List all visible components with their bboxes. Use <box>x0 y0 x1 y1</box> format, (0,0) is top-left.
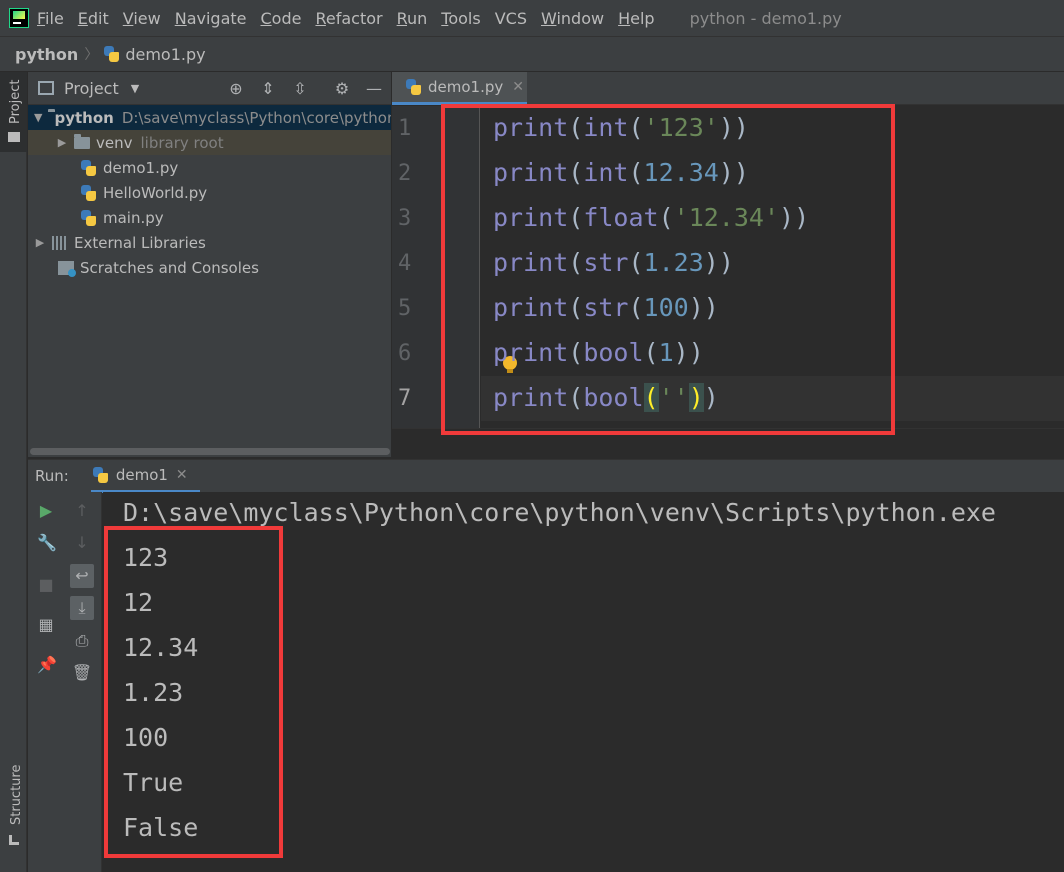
run-tab-demo1[interactable]: demo1 ✕ <box>90 460 200 493</box>
project-view-icon <box>38 81 54 95</box>
menu-code[interactable]: Code <box>261 9 302 28</box>
tree-item-file[interactable]: demo1.py <box>28 155 391 180</box>
line-number: 2 <box>398 161 412 186</box>
expand-all-icon[interactable]: ⇕ <box>259 80 277 98</box>
output-highlight-box <box>104 526 283 858</box>
breadcrumb: python 〉 demo1.py <box>0 36 1064 72</box>
line-number: 6 <box>398 341 412 366</box>
tree-item-file[interactable]: main.py <box>28 205 391 230</box>
breadcrumb-root[interactable]: python <box>15 45 78 64</box>
python-file-icon <box>81 209 97 226</box>
tab-demo1-py[interactable]: demo1.py ✕ <box>392 72 527 105</box>
chevron-right-icon[interactable]: ▶ <box>56 136 68 149</box>
python-file-icon <box>92 466 109 483</box>
tree-item-file[interactable]: HelloWorld.py <box>28 180 391 205</box>
python-file-icon <box>104 46 120 62</box>
scratches-icon <box>58 260 76 277</box>
menu-bar: File Edit View Navigate Code Refactor Ru… <box>0 0 1064 36</box>
tree-item-label: HelloWorld.py <box>103 183 208 202</box>
tree-item-label: demo1.py <box>103 158 179 177</box>
print-icon[interactable]: ⎙ <box>70 629 94 653</box>
project-tool-tab[interactable]: Project <box>0 72 27 152</box>
project-panel-header: Project ▼ ⊕ ⇕ ⇳ ⚙ — <box>28 72 391 105</box>
structure-tool-tab[interactable]: Structure <box>9 765 24 825</box>
menu-tools[interactable]: Tools <box>441 9 480 28</box>
line-number: 1 <box>398 116 412 141</box>
trash-icon[interactable]: 🗑 <box>70 661 94 685</box>
tree-item-label: Scratches and Consoles <box>80 258 259 277</box>
line-number: 4 <box>398 251 412 276</box>
locate-file-icon[interactable]: ⊕ <box>227 80 245 98</box>
stop-icon[interactable]: ■ <box>37 576 55 594</box>
tree-item-scratches[interactable]: Scratches and Consoles <box>28 255 391 280</box>
menu-edit[interactable]: Edit <box>78 9 109 28</box>
editor-tab-bar: demo1.py ✕ <box>392 72 1064 105</box>
library-icon <box>52 235 68 250</box>
project-panel: Project ▼ ⊕ ⇕ ⇳ ⚙ — ▼ python D:\save\myc… <box>28 72 391 457</box>
console-command: D:\save\myclass\Python\core\python\venv\… <box>123 498 996 527</box>
project-panel-title[interactable]: Project <box>64 79 119 98</box>
pycharm-logo-icon <box>9 8 29 28</box>
run-toolbar: ▶ 🔧 ■ ▦ 📌 <box>28 492 62 872</box>
tree-item-external-libraries[interactable]: ▶ External Libraries <box>28 230 391 255</box>
wrench-icon[interactable]: 🔧 <box>37 534 57 552</box>
left-tool-stripe: Project Structure <box>0 72 27 872</box>
menu-navigate[interactable]: Navigate <box>175 9 247 28</box>
pin-icon[interactable]: 📌 <box>37 656 57 674</box>
folder-icon <box>74 133 90 149</box>
tree-root-python[interactable]: ▼ python D:\save\myclass\Python\core\pyt… <box>28 105 391 130</box>
run-tab-label: demo1 <box>115 465 168 484</box>
chevron-right-icon[interactable]: ▶ <box>34 236 46 249</box>
menu-window[interactable]: Window <box>541 9 604 28</box>
run-label: Run: <box>35 467 69 485</box>
python-file-icon <box>81 159 97 176</box>
folder-icon <box>8 132 20 142</box>
tree-root-label: python <box>54 108 114 127</box>
arrow-down-icon[interactable]: ↓ <box>70 531 94 555</box>
arrow-up-icon[interactable]: ↑ <box>70 499 94 523</box>
menu-vcs[interactable]: VCS <box>495 9 527 28</box>
line-number: 5 <box>398 296 412 321</box>
breadcrumb-separator-icon: 〉 <box>84 47 99 63</box>
library-root-hint: library root <box>140 133 224 152</box>
chevron-down-icon[interactable]: ▼ <box>131 82 139 95</box>
soft-wrap-icon[interactable]: ↩ <box>70 564 94 588</box>
window-title: python - demo1.py <box>689 8 842 28</box>
line-number: 7 <box>398 386 412 411</box>
line-number: 3 <box>398 206 412 231</box>
horizontal-scrollbar[interactable] <box>28 445 391 457</box>
project-tool-tab-label: Project <box>8 79 23 124</box>
menu-view[interactable]: View <box>123 9 161 28</box>
menu-help[interactable]: Help <box>618 9 654 28</box>
gear-icon[interactable]: ⚙ <box>333 80 351 98</box>
close-icon[interactable]: ✕ <box>512 79 524 95</box>
layout-icon[interactable]: ▦ <box>37 616 55 634</box>
tab-label: demo1.py <box>428 78 504 96</box>
tree-item-label: venv <box>96 133 133 152</box>
tree-item-venv[interactable]: ▶ venv library root <box>28 130 391 155</box>
python-file-icon <box>81 184 97 201</box>
tree-item-label: main.py <box>103 208 164 227</box>
structure-icon <box>9 835 19 845</box>
breadcrumb-file[interactable]: demo1.py <box>125 45 205 64</box>
code-highlight-box <box>441 104 895 435</box>
menu-run[interactable]: Run <box>397 9 428 28</box>
collapse-all-icon[interactable]: ⇳ <box>291 80 309 98</box>
tree-root-path: D:\save\myclass\Python\core\python <box>121 108 391 127</box>
close-icon[interactable]: ✕ <box>176 467 188 483</box>
run-panel-header: Run: demo1 ✕ <box>28 459 1064 493</box>
python-file-icon <box>406 79 422 95</box>
chevron-down-icon[interactable]: ▼ <box>34 111 42 124</box>
scrollbar-thumb[interactable] <box>30 448 390 455</box>
scroll-to-end-icon[interactable]: ⤓ <box>70 596 94 620</box>
rerun-icon[interactable]: ▶ <box>37 502 55 520</box>
run-toolbar-secondary: ↑ ↓ ↩ ⤓ ⎙ 🗑 <box>62 492 102 872</box>
menu-file[interactable]: File <box>37 9 64 28</box>
minimize-icon[interactable]: — <box>365 80 383 98</box>
tree-item-label: External Libraries <box>74 233 206 252</box>
menu-refactor[interactable]: Refactor <box>315 9 382 28</box>
